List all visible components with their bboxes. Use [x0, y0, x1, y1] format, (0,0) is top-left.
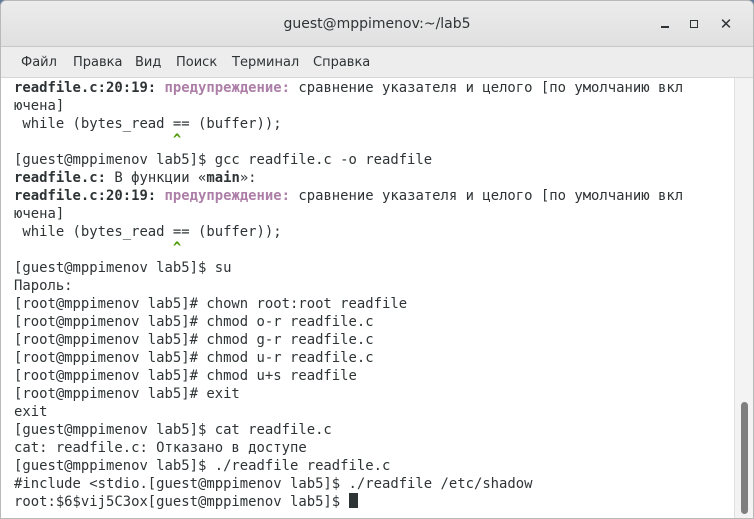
terminal-line: [root@mppimenov lab5]# exit: [14, 386, 240, 402]
menu-edit[interactable]: Правка: [73, 47, 122, 78]
menu-terminal[interactable]: Терминал: [232, 47, 299, 78]
menu-help[interactable]: Справка: [313, 47, 370, 78]
menu-bar: Файл Правка Вид Поиск Терминал Справка: [1, 47, 753, 78]
terminal-line: ючена]: [14, 206, 65, 222]
terminal-line: [guest@mppimenov lab5]$ ./readfile readf…: [14, 458, 391, 474]
terminal-line: [root@mppimenov lab5]# chmod u-r readfil…: [14, 350, 374, 366]
terminal-line: [guest@mppimenov lab5]$ cat readfile.c: [14, 422, 332, 438]
terminal-cursor: [348, 493, 358, 508]
terminal-warning-label: предупреждение:: [164, 188, 299, 204]
vertical-scrollbar[interactable]: [734, 78, 753, 518]
terminal-line: ючена]: [14, 98, 65, 114]
terminal-warning-text: сравнение указателя и целого [по умолчан…: [298, 80, 684, 96]
terminal-line: exit: [14, 404, 48, 420]
window-title: guest@mppimenov:~/lab5: [283, 16, 471, 32]
terminal-line: readfile.c:20:19: предупреждение: сравне…: [14, 79, 683, 97]
minimize-icon: [661, 26, 669, 28]
terminal-file-ref: readfile.c:20:19:: [14, 188, 165, 204]
maximize-icon: [690, 20, 698, 28]
maximize-button[interactable]: [682, 12, 706, 36]
terminal-caret-marker: ^: [14, 240, 182, 256]
terminal-file-ref: readfile.c:20:19:: [14, 80, 165, 96]
terminal-warning-text: сравнение указателя и целого [по умолчан…: [298, 188, 684, 204]
menu-view[interactable]: Вид: [135, 47, 161, 78]
close-button[interactable]: ✕: [714, 12, 738, 36]
terminal-warning-label: предупреждение:: [164, 80, 299, 96]
close-icon: ✕: [719, 15, 733, 33]
terminal-function-name: main: [206, 170, 240, 186]
terminal-file-ref: readfile.c:: [14, 170, 106, 186]
terminal-line: [root@mppimenov lab5]# chmod o-r readfil…: [14, 314, 374, 330]
terminal-text: В функции «: [106, 170, 207, 186]
terminal-line: #include <stdio.[guest@mppimenov lab5]$ …: [14, 476, 533, 492]
terminal-line: readfile.c:20:19: предупреждение: сравне…: [14, 187, 683, 205]
terminal-line: Пароль:: [14, 278, 73, 294]
terminal-line: [root@mppimenov lab5]# chown root:root r…: [14, 296, 408, 312]
scrollbar-thumb[interactable]: [741, 402, 748, 514]
terminal-line: [guest@mppimenov lab5]$ su: [14, 260, 232, 276]
terminal-output[interactable]: readfile.c:20:19: предупреждение: сравне…: [1, 78, 734, 518]
terminal-line: readfile.c: В функции «main»:: [14, 169, 257, 187]
menu-file[interactable]: Файл: [21, 47, 57, 78]
terminal-line: cat: readfile.c: Отказано в доступе: [14, 440, 307, 456]
terminal-line: [root@mppimenov lab5]# chmod g-r readfil…: [14, 332, 374, 348]
terminal-prompt-line[interactable]: root:$6$vij5C3ox[guest@mppimenov lab5]$: [14, 493, 358, 511]
menu-search[interactable]: Поиск: [176, 47, 217, 78]
terminal-line: [guest@mppimenov lab5]$ gcc readfile.c -…: [14, 152, 433, 168]
terminal-caret-marker: ^: [14, 132, 182, 148]
terminal-window: guest@mppimenov:~/lab5 ✕ Файл Правка Вид…: [0, 0, 754, 519]
title-bar[interactable]: guest@mppimenov:~/lab5 ✕: [1, 1, 753, 47]
minimize-button[interactable]: [653, 12, 677, 36]
terminal-line: [root@mppimenov lab5]# chmod u+s readfil…: [14, 368, 357, 384]
terminal-prompt: root:$6$vij5C3ox[guest@mppimenov lab5]$: [14, 494, 349, 510]
terminal-text: »:: [239, 170, 257, 186]
